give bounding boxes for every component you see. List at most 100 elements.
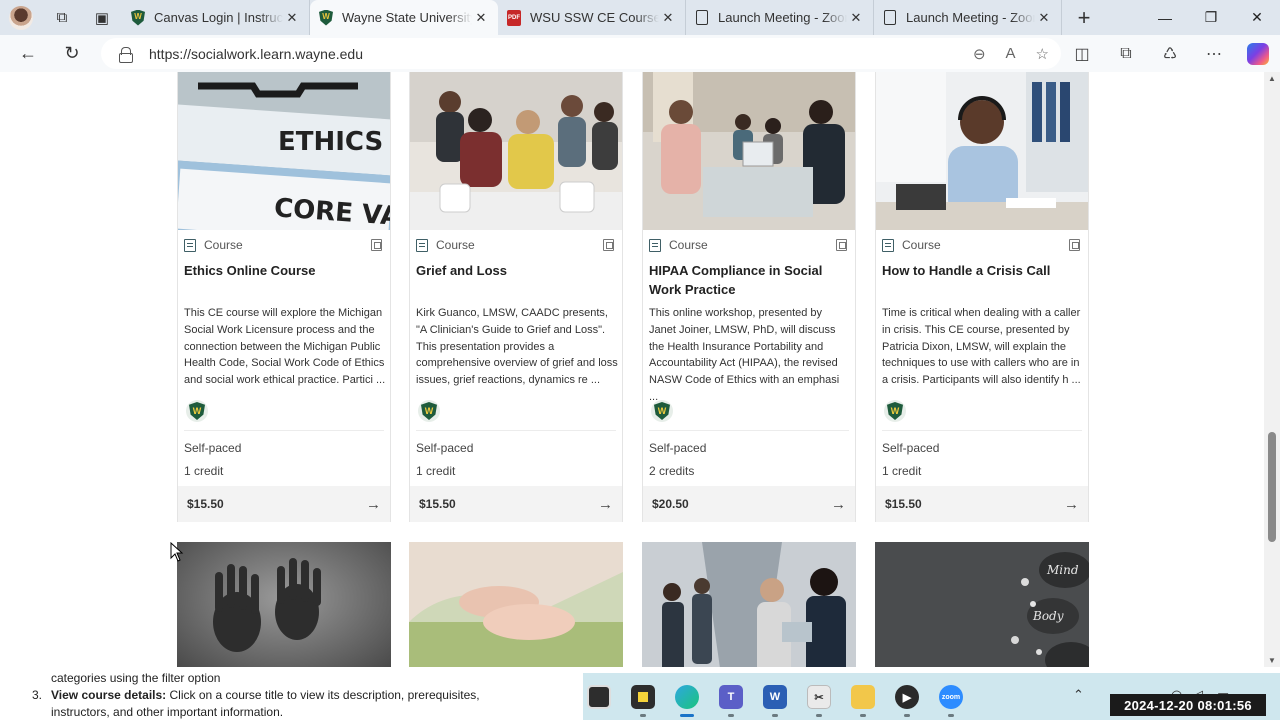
course-type: Course [649, 238, 708, 252]
bookmark-icon[interactable] [603, 239, 614, 251]
snipping-tool-icon[interactable]: ✂ [807, 685, 831, 709]
minimize-icon[interactable]: — [1142, 0, 1188, 35]
course-type: Course [416, 238, 475, 252]
refresh-icon[interactable]: ↻ [50, 35, 94, 72]
bookmark-icon[interactable] [836, 239, 847, 251]
tab-launch-meeting-1[interactable]: Launch Meeting - Zoom ✕ [686, 0, 874, 35]
course-title[interactable]: How to Handle a Crisis Call [882, 261, 1084, 280]
course-footer[interactable]: $20.50 → [643, 486, 855, 522]
course-pace: Self-paced [416, 441, 474, 455]
course-card[interactable]: ETHICS CORE VALUES Course Ethics Online … [177, 72, 391, 522]
app-indicator [816, 714, 822, 717]
course-credits: 1 credit [184, 464, 224, 478]
tab-wayne-state[interactable]: Wayne State University ✕ [310, 0, 498, 35]
collections-icon[interactable]: ⧉ [1104, 45, 1148, 63]
media-player-icon[interactable]: ▶ [895, 685, 919, 709]
bookmark-icon[interactable] [371, 239, 382, 251]
address-bar[interactable]: https://socialwork.learn.wayne.edu ⊖ A ☆ [101, 38, 1061, 69]
course-card[interactable]: Course Grief and Loss Kirk Guanco, LMSW,… [409, 72, 623, 522]
page-viewport: ETHICS CORE VALUES Course Ethics Online … [0, 72, 1264, 667]
instructions-document: categories using the filter option 3. Vi… [0, 667, 583, 720]
close-tab-icon[interactable]: ✕ [283, 10, 301, 26]
course-card[interactable]: Course How to Handle a Crisis Call Time … [875, 72, 1089, 522]
book-icon [416, 238, 428, 252]
course-card-image-hands[interactable] [177, 542, 391, 667]
favorite-star-icon[interactable]: ☆ [1036, 45, 1049, 63]
course-price: $15.50 [419, 497, 456, 511]
page-scrollbar[interactable]: ▲ ▼ [1264, 72, 1280, 667]
copilot-icon[interactable] [1247, 42, 1269, 65]
course-description: This CE course will explore the Michigan… [184, 307, 386, 387]
instruction-line: instructors, and other important informa… [51, 705, 284, 719]
bookmark-icon[interactable] [1069, 239, 1080, 251]
instruction-line: categories using the filter option [51, 671, 221, 685]
taskview-icon[interactable] [587, 685, 611, 709]
book-icon [882, 238, 894, 252]
tab-canvas-login[interactable]: Canvas Login | Instructu ✕ [122, 0, 310, 35]
ethics-label: ETHICS [278, 127, 383, 157]
course-title[interactable]: Ethics Online Course [184, 261, 386, 280]
course-footer[interactable]: $15.50 → [410, 486, 622, 522]
course-card-image-holding-hands[interactable] [409, 542, 623, 667]
book-icon [184, 238, 196, 252]
window-controls: — ❐ ✕ [1142, 0, 1280, 35]
arrow-right-icon[interactable]: → [598, 496, 613, 513]
course-card-image-business[interactable] [642, 542, 856, 667]
close-tab-icon[interactable]: ✕ [1035, 10, 1053, 26]
close-tab-icon[interactable]: ✕ [472, 10, 490, 26]
browser-tab-strip: ⧉ ▣ Canvas Login | Instructu ✕ Wayne Sta… [0, 0, 1280, 35]
workspaces-icon[interactable]: ⧉ [42, 0, 82, 35]
arrow-right-icon[interactable]: → [1064, 496, 1079, 513]
app-indicator-active [680, 714, 694, 717]
course-card-image-mind-body[interactable]: Mind Body [875, 542, 1089, 667]
split-screen-icon[interactable]: ◫ [1060, 44, 1104, 64]
book-icon [649, 238, 661, 252]
course-image-crisis-call [876, 72, 1088, 230]
scrollbar-thumb[interactable] [1268, 432, 1276, 542]
taskbar-clock[interactable]: 2024-12-20 08:01:56 [1110, 694, 1266, 716]
word-icon[interactable]: W [763, 685, 787, 709]
zoom-icon[interactable]: zoom [939, 685, 963, 709]
read-aloud-icon[interactable]: A [1006, 45, 1016, 62]
url-text[interactable]: https://socialwork.learn.wayne.edu [149, 46, 363, 62]
browser-toolbar: ← ↻ https://socialwork.learn.wayne.edu ⊖… [0, 35, 1280, 72]
more-menu-icon[interactable]: ⋯ [1192, 44, 1236, 64]
scroll-down-icon[interactable]: ▼ [1268, 656, 1276, 665]
course-image-hipaa [643, 72, 855, 230]
wsu-logo-icon: W [651, 400, 673, 422]
lock-icon[interactable] [119, 46, 133, 63]
app-indicator [860, 714, 866, 717]
new-tab-button[interactable]: + [1062, 0, 1106, 35]
edge-browser-icon[interactable] [675, 685, 699, 709]
course-card[interactable]: Course HIPAA Compliance in Social Work P… [642, 72, 856, 522]
zoom-out-icon[interactable]: ⊖ [973, 45, 986, 63]
scroll-up-icon[interactable]: ▲ [1268, 74, 1276, 83]
profile-button[interactable] [0, 0, 42, 35]
course-title[interactable]: HIPAA Compliance in Social Work Practice [649, 261, 851, 299]
course-footer[interactable]: $15.50 → [876, 486, 1088, 522]
arrow-right-icon[interactable]: → [366, 496, 381, 513]
teams-icon[interactable]: T [719, 685, 743, 709]
close-tab-icon[interactable]: ✕ [659, 10, 677, 26]
file-explorer-icon[interactable] [851, 685, 875, 709]
course-title[interactable]: Grief and Loss [416, 261, 618, 280]
mouse-cursor-icon [170, 542, 184, 562]
back-arrow-icon[interactable]: ← [6, 35, 50, 72]
chevron-up-icon[interactable]: ⌃ [1073, 687, 1084, 703]
app-indicator [640, 714, 646, 717]
close-window-icon[interactable]: ✕ [1234, 0, 1280, 35]
extensions-icon[interactable]: ♺ [1148, 44, 1192, 64]
divider [882, 430, 1082, 431]
course-description: This online workshop, presented by Janet… [649, 307, 840, 403]
tab-actions-icon[interactable]: ▣ [82, 0, 122, 35]
course-footer[interactable]: $15.50 → [178, 486, 390, 522]
close-tab-icon[interactable]: ✕ [847, 10, 865, 26]
sticky-notes-icon[interactable] [631, 685, 655, 709]
course-credits: 1 credit [882, 464, 922, 478]
document-icon [694, 10, 710, 26]
document-icon [882, 10, 898, 26]
tab-wsu-ssw-pdf[interactable]: PDF WSU SSW CE Course Vi ✕ [498, 0, 686, 35]
arrow-right-icon[interactable]: → [831, 496, 846, 513]
restore-icon[interactable]: ❐ [1188, 0, 1234, 35]
tab-launch-meeting-2[interactable]: Launch Meeting - Zoom ✕ [874, 0, 1062, 35]
